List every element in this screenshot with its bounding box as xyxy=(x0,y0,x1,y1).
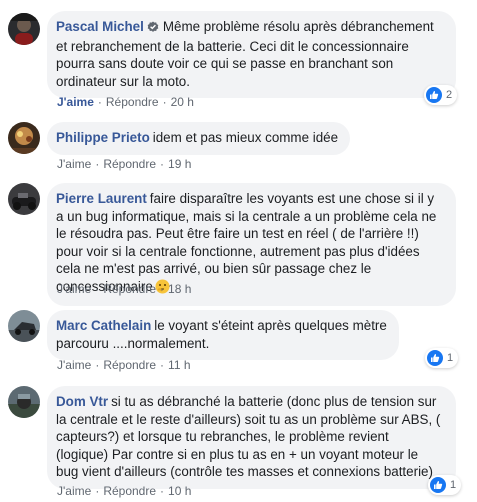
comment-text: idem et pas mieux comme idée xyxy=(152,130,339,145)
separator: · xyxy=(162,95,167,109)
comment-bubble: Pascal Michel Même problème résolu après … xyxy=(47,11,456,98)
verified-badge-icon xyxy=(147,20,159,38)
separator: · xyxy=(160,157,165,171)
like-button[interactable]: J'aime xyxy=(57,358,91,372)
comment-author[interactable]: Marc Cathelain xyxy=(56,318,151,333)
like-reaction-icon xyxy=(430,477,446,493)
reply-button[interactable]: Répondre xyxy=(103,358,156,372)
reaction-count[interactable]: 1 xyxy=(425,348,459,368)
avatar[interactable] xyxy=(8,13,40,45)
timestamp[interactable]: 11 h xyxy=(168,358,190,372)
comment-actions: J'aime · Répondre · 18 h xyxy=(57,282,191,296)
avatar[interactable] xyxy=(8,310,40,342)
like-button[interactable]: J'aime xyxy=(57,484,91,498)
separator: · xyxy=(95,484,100,498)
comment-bubble: Dom Vtr si tu as débranché la batterie (d… xyxy=(47,386,456,489)
comment-author[interactable]: Pierre Laurent xyxy=(56,191,147,206)
reaction-count-value: 2 xyxy=(446,89,453,101)
avatar[interactable] xyxy=(8,386,40,418)
reply-button[interactable]: Répondre xyxy=(103,282,156,296)
like-button[interactable]: J'aime xyxy=(57,282,91,296)
timestamp[interactable]: 19 h xyxy=(168,157,191,171)
separator: · xyxy=(97,95,102,109)
comment-author[interactable]: Dom Vtr xyxy=(56,394,108,409)
avatar[interactable] xyxy=(8,122,40,154)
separator: · xyxy=(160,282,165,296)
separator: · xyxy=(160,484,165,498)
comment-actions: J'aime · Répondre · 10 h xyxy=(57,484,191,498)
separator: · xyxy=(95,157,100,171)
separator: · xyxy=(95,358,100,372)
reaction-count[interactable]: 2 xyxy=(424,85,458,105)
reply-button[interactable]: Répondre xyxy=(106,95,159,109)
comment-author[interactable]: Philippe Prieto xyxy=(56,130,150,145)
comment-actions: J'aime · Répondre · 19 h xyxy=(57,157,191,171)
comment-actions: J'aime · Répondre · 11 h xyxy=(57,358,191,372)
avatar[interactable] xyxy=(8,183,40,215)
reply-button[interactable]: Répondre xyxy=(103,484,156,498)
comment-text: faire disparaître les voyants est une ch… xyxy=(56,191,437,294)
timestamp[interactable]: 18 h xyxy=(168,282,191,296)
separator: · xyxy=(160,358,165,372)
like-reaction-icon xyxy=(426,87,442,103)
like-reaction-icon xyxy=(427,350,443,366)
reaction-count[interactable]: 1 xyxy=(428,475,462,495)
comment-text: si tu as débranché la batterie (donc plu… xyxy=(56,394,441,479)
like-button[interactable]: J'aime xyxy=(57,95,94,109)
timestamp[interactable]: 20 h xyxy=(171,95,194,109)
timestamp[interactable]: 10 h xyxy=(168,484,191,498)
comment-actions: J'aime · Répondre · 20 h xyxy=(57,95,194,109)
reaction-count-value: 1 xyxy=(450,479,457,491)
comment-bubble: Marc Cathelain le voyant s'éteint après q… xyxy=(47,310,399,360)
comment-author[interactable]: Pascal Michel xyxy=(56,19,144,34)
separator: · xyxy=(95,282,100,296)
comment-bubble: Philippe Prieto idem et pas mieux comme i… xyxy=(47,122,351,155)
reaction-count-value: 1 xyxy=(447,352,454,364)
like-button[interactable]: J'aime xyxy=(57,157,91,171)
reply-button[interactable]: Répondre xyxy=(103,157,156,171)
